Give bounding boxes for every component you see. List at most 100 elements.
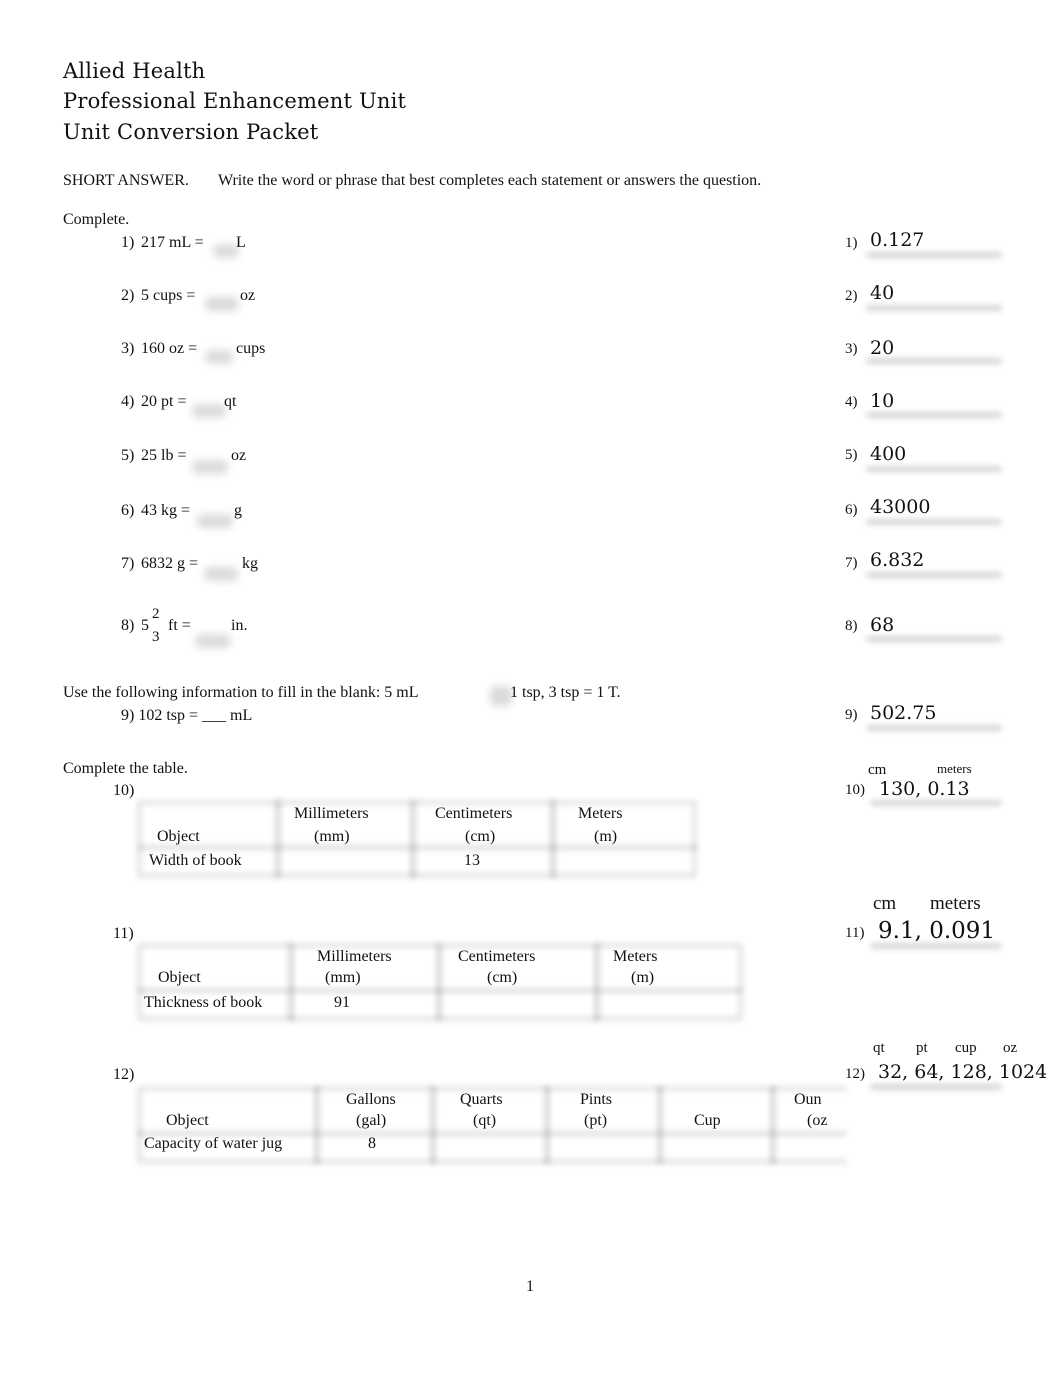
answer-value: 0.127	[870, 229, 925, 251]
question-text: 43 kg =	[141, 502, 191, 519]
question-unit: g	[234, 502, 242, 519]
redacted-blank	[205, 350, 233, 364]
info-text: Use the following information to fill in…	[63, 684, 419, 701]
redacted-blank	[195, 634, 231, 648]
question-number: 2)	[121, 287, 135, 304]
answer-label-cm: cm	[873, 893, 897, 914]
row-object: Thickness of book	[144, 994, 263, 1011]
answer-label-meters: meters	[930, 893, 981, 914]
question-unit: oz	[240, 287, 256, 304]
answer-line	[866, 358, 1002, 364]
question-unit: L	[236, 234, 246, 251]
answer-value: 502.75	[870, 702, 937, 724]
section-label: SHORT ANSWER.	[63, 172, 189, 189]
page-number: 1	[526, 1278, 534, 1295]
header-pt: (pt)	[584, 1112, 608, 1129]
question-number: 6)	[121, 502, 135, 519]
answer-line	[866, 305, 1002, 311]
table-10: Object Millimeters (mm) Centimeters (cm)…	[137, 800, 697, 878]
redacted-blank	[205, 297, 239, 311]
table-label: Complete the table.	[63, 760, 188, 777]
header-meters: Meters	[613, 948, 658, 965]
header-object: Object	[158, 969, 201, 986]
answer-number: 12)	[845, 1066, 865, 1082]
header-m: (m)	[594, 828, 618, 845]
header-meters: Meters	[578, 805, 623, 822]
answer-line	[866, 725, 1002, 731]
question-text: ft =	[168, 617, 191, 634]
row-object: Width of book	[149, 852, 242, 869]
header-mm: (mm)	[325, 969, 361, 986]
header-gal: (gal)	[356, 1112, 387, 1129]
answer-number: 4)	[845, 394, 858, 410]
question-number: 3)	[121, 340, 135, 357]
answer-number: 11)	[845, 925, 865, 941]
header-millimeters: Millimeters	[294, 805, 369, 822]
answer-line	[866, 412, 1002, 418]
row-gal-value: 8	[368, 1135, 376, 1152]
header-object: Object	[157, 828, 200, 845]
answer-label-pt: pt	[916, 1040, 928, 1056]
header-centimeters: Centimeters	[458, 948, 536, 965]
answer-value: 10	[870, 390, 895, 412]
question-12-number: 12)	[113, 1066, 135, 1083]
answer-value: 43000	[870, 496, 931, 518]
answer-label-cm: cm	[868, 762, 887, 778]
answer-line	[866, 572, 1002, 578]
answer-value: 68	[870, 614, 895, 636]
header-millimeters: Millimeters	[317, 948, 392, 965]
answer-line	[866, 636, 1002, 642]
question-9: 9) 102 tsp = ___ mL	[121, 707, 253, 724]
answer-line	[866, 466, 1002, 472]
question-unit: cups	[236, 340, 266, 357]
answer-line	[870, 800, 1002, 806]
doc-title-line2: Professional Enhancement Unit	[63, 89, 407, 113]
answer-value: 400	[870, 443, 907, 465]
question-text: 6832 g =	[141, 555, 199, 572]
question-number: 7)	[121, 555, 135, 572]
question-text: 160 oz =	[141, 340, 198, 357]
table-12: Object Gallons (gal) Quarts (qt) Pints (…	[137, 1086, 847, 1164]
answer-label-cup: cup	[955, 1040, 977, 1056]
question-number: 8)	[121, 617, 135, 634]
answer-number: 1)	[845, 235, 858, 251]
answer-label-qt: qt	[873, 1040, 885, 1056]
redacted-blank	[192, 404, 226, 418]
question-text: 20 pt =	[141, 393, 187, 410]
question-number: 4)	[121, 393, 135, 410]
answer-number: 10)	[845, 782, 865, 798]
answer-value: 9.1, 0.091	[878, 918, 996, 944]
answer-number: 6)	[845, 502, 858, 518]
table-11: Object Millimeters (mm) Centimeters (cm)…	[137, 943, 743, 1021]
question-text: 217 mL =	[141, 234, 204, 251]
answer-line	[870, 1084, 1002, 1090]
header-cm: (cm)	[487, 969, 518, 986]
header-oz-truncated: (oz	[807, 1112, 828, 1129]
mixed-number-whole: 5	[141, 617, 149, 634]
question-unit: kg	[242, 555, 258, 572]
header-mm: (mm)	[314, 828, 350, 845]
redacted-blank	[204, 567, 238, 581]
header-m: (m)	[631, 969, 655, 986]
info-rest: 1 tsp, 3 tsp = 1 T.	[510, 684, 621, 701]
answer-value: 32, 64, 128, 1024	[878, 1061, 1048, 1083]
doc-title-line3: Unit Conversion Packet	[63, 120, 319, 144]
question-number: 5)	[121, 447, 135, 464]
answer-number: 8)	[845, 618, 858, 634]
answer-number: 2)	[845, 288, 858, 304]
header-quarts: Quarts	[460, 1091, 503, 1108]
answer-label-meters: meters	[937, 761, 972, 776]
answer-line	[866, 519, 1002, 525]
answer-value: 20	[870, 337, 895, 359]
header-object: Object	[166, 1112, 209, 1129]
row-cm-value: 13	[464, 852, 480, 869]
row-mm-value: 91	[334, 994, 350, 1011]
answer-value: 40	[870, 282, 895, 304]
question-unit: qt	[224, 393, 237, 410]
question-11-number: 11)	[113, 925, 134, 942]
question-number: 1)	[121, 234, 135, 251]
answer-number: 3)	[845, 341, 858, 357]
question-unit: in.	[231, 617, 248, 634]
question-unit: oz	[231, 447, 247, 464]
header-pints: Pints	[580, 1091, 613, 1108]
